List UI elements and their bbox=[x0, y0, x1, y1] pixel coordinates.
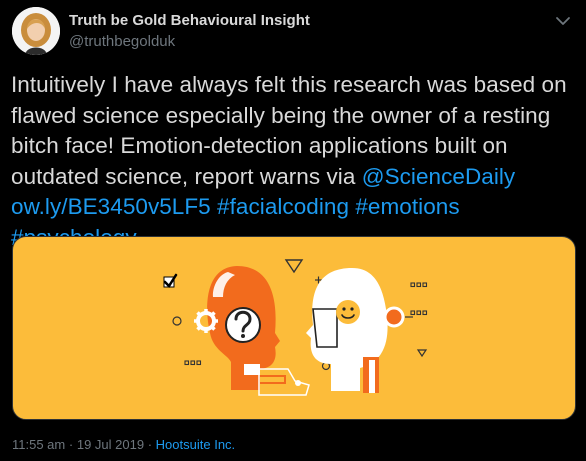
chevron-down-icon[interactable] bbox=[554, 12, 572, 30]
separator: · bbox=[68, 437, 74, 452]
checkbox-icon bbox=[163, 273, 178, 288]
tweet-date[interactable]: 19 Jul 2019 bbox=[77, 437, 144, 452]
mention-link[interactable]: @ScienceDaily bbox=[362, 164, 516, 189]
url-link[interactable]: ow.ly/BE3450v5LF5 bbox=[11, 194, 211, 219]
smiley-icon bbox=[336, 300, 360, 324]
small-triangle-icon bbox=[416, 349, 428, 358]
tweet-time[interactable]: 11:55 am bbox=[12, 437, 65, 452]
author-handle[interactable]: @truthbegolduk bbox=[69, 33, 175, 50]
question-mark-icon bbox=[225, 307, 261, 343]
tweet-text: Intuitively I have always felt this rese… bbox=[11, 70, 577, 253]
separator: · bbox=[147, 437, 153, 452]
tweet-card: Truth be Gold Behavioural Insight @truth… bbox=[0, 0, 586, 461]
tweet-meta: 11:55 am · 19 Jul 2019 · Hootsuite Inc. bbox=[12, 437, 235, 452]
triangle-icon bbox=[284, 259, 304, 274]
author-name[interactable]: Truth be Gold Behavioural Insight bbox=[69, 12, 310, 29]
illustration bbox=[163, 259, 428, 396]
tweet-media-image[interactable] bbox=[12, 236, 576, 420]
avatar[interactable] bbox=[12, 7, 60, 55]
gear-icon bbox=[194, 309, 218, 333]
hashtag-link[interactable]: #facialcoding bbox=[217, 194, 349, 219]
avatar-image bbox=[12, 7, 60, 55]
hashtag-link[interactable]: #emotions bbox=[355, 194, 459, 219]
tweet-source-link[interactable]: Hootsuite Inc. bbox=[156, 437, 236, 452]
